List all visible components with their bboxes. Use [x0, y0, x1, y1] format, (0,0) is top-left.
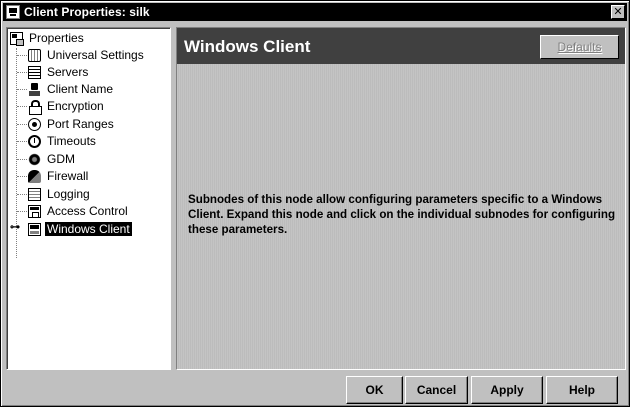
- tree-item-label: Port Ranges: [47, 117, 114, 131]
- access-control-icon: [28, 204, 41, 218]
- client-properties-window: Client Properties: silk ✕ Properties Uni…: [0, 0, 630, 407]
- close-button[interactable]: ✕: [611, 5, 625, 19]
- globe-icon: [28, 48, 41, 62]
- tree-item-label: Universal Settings: [47, 48, 144, 62]
- help-button[interactable]: Help: [546, 376, 618, 404]
- tree-branch: [17, 141, 27, 142]
- lock-icon: [28, 99, 42, 115]
- tree-item-label: Servers: [47, 65, 89, 79]
- tree-item-label: Logging: [47, 187, 90, 201]
- gear-icon: [28, 152, 41, 166]
- tree-branch: [17, 176, 27, 177]
- tree-branch: [17, 124, 27, 125]
- tree-branch: [17, 211, 27, 212]
- settings-panel: Windows Client Defaults Subnodes of this…: [176, 27, 626, 370]
- windows-client-icon: [28, 222, 41, 236]
- tree-branch: [17, 89, 27, 90]
- properties-icon: [10, 31, 24, 46]
- tree-branch: [17, 55, 27, 56]
- tree-item-label: Timeouts: [47, 134, 96, 148]
- tree-item-encryption[interactable]: Encryption: [28, 98, 106, 115]
- person-icon: [28, 82, 41, 96]
- server-icon: [28, 65, 41, 79]
- app-icon: [6, 5, 20, 19]
- properties-tree[interactable]: Properties Universal Settings Servers Cl…: [6, 27, 171, 370]
- defaults-button[interactable]: Defaults: [540, 35, 619, 59]
- tree-item-gdm[interactable]: GDM: [28, 151, 77, 167]
- tree-item-timeouts[interactable]: Timeouts: [28, 133, 98, 149]
- apply-button[interactable]: Apply: [471, 376, 543, 404]
- tree-item-logging[interactable]: Logging: [28, 186, 92, 202]
- tree-root-properties[interactable]: Properties: [10, 30, 86, 46]
- tree-branch: [17, 194, 27, 195]
- tree-branch: [17, 106, 27, 107]
- tree-root-label: Properties: [29, 31, 84, 45]
- expand-toggle-icon[interactable]: ⊶: [10, 223, 20, 233]
- tree-item-access-control[interactable]: Access Control: [28, 203, 130, 219]
- tree-item-universal-settings[interactable]: Universal Settings: [28, 47, 146, 63]
- logging-icon: [28, 187, 41, 201]
- cancel-button[interactable]: Cancel: [405, 376, 468, 404]
- tree-branch: [17, 72, 27, 73]
- tree-item-label: Access Control: [47, 204, 128, 218]
- tree-item-windows-client[interactable]: Windows Client: [28, 221, 132, 237]
- tree-item-label: Client Name: [47, 82, 114, 96]
- ok-button[interactable]: OK: [346, 376, 403, 404]
- panel-header: Windows Client Defaults: [177, 28, 625, 64]
- title-bar[interactable]: Client Properties: silk ✕: [3, 3, 627, 21]
- tree-item-client-name[interactable]: Client Name: [28, 81, 115, 97]
- tree-item-label: Encryption: [47, 99, 104, 113]
- window-title: Client Properties: silk: [24, 5, 150, 19]
- tree-item-label: Firewall: [47, 169, 89, 183]
- panel-title: Windows Client: [184, 37, 311, 56]
- clock-icon: [28, 134, 41, 148]
- tree-item-servers[interactable]: Servers: [28, 64, 90, 80]
- tree-item-label: Windows Client: [45, 222, 132, 236]
- firewall-icon: [28, 169, 41, 183]
- tree-item-firewall[interactable]: Firewall: [28, 168, 90, 184]
- tree-item-label: GDM: [47, 152, 75, 166]
- tree-branch: [17, 159, 27, 160]
- radio-icon: [28, 117, 41, 131]
- tree-item-port-ranges[interactable]: Port Ranges: [28, 116, 116, 132]
- panel-description: Subnodes of this node allow configuring …: [188, 193, 616, 236]
